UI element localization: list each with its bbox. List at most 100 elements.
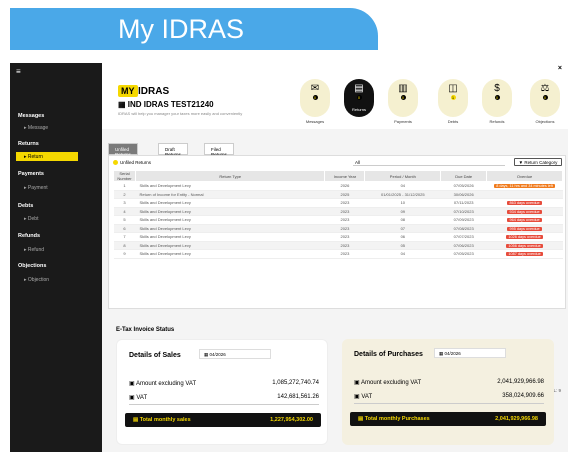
nav-count: 1: [450, 95, 456, 100]
nav-messages[interactable]: ✉ 0 Messages: [300, 79, 330, 124]
document-icon: ▤: [358, 416, 365, 422]
nav-label: Payments: [394, 119, 412, 124]
nav-label: Returns: [351, 107, 366, 112]
nav-objections[interactable]: ⚖ 0 Objections: [530, 79, 560, 124]
sales-excl-row: ▣ Amount excluding VAT 1,085,272,740.74: [129, 380, 319, 387]
col-overdue: Overdue: [486, 170, 563, 182]
tab-draft[interactable]: Draft Returns: [158, 143, 188, 157]
debt-icon: ◫: [448, 83, 458, 94]
purchases-date-input[interactable]: ▦ 04/2026: [434, 348, 506, 358]
overdue-badge: 1056 days overdue: [506, 243, 543, 248]
table-row[interactable]: 6 Skills and Development Levy 2023 07 07/08/…: [113, 224, 563, 233]
table-row[interactable]: 8 Skills and Development Levy 2023 05 07/06/…: [113, 241, 563, 250]
sidebar-section-payments[interactable]: Payments: [18, 171, 44, 177]
table-cell: 07/06/2023: [440, 241, 487, 250]
nav-returns[interactable]: ▤ 0 Returns: [344, 79, 374, 117]
sidebar-item-refund[interactable]: ▸ Refund: [24, 247, 44, 253]
nav-debts[interactable]: ◫ 1 Debts: [438, 79, 468, 124]
table-cell: 05: [364, 241, 441, 250]
sidebar-section-messages[interactable]: Messages: [18, 113, 44, 119]
sidebar-item-message[interactable]: ▸ Message: [24, 125, 48, 131]
table-cell: 2: [113, 190, 136, 199]
sidebar-section-refunds[interactable]: Refunds: [18, 233, 40, 239]
table-cell: 07/09/2023: [440, 215, 487, 225]
table-cell: Return of Income for Entity - Normal: [135, 190, 325, 199]
nav-refunds[interactable]: $0 Refunds: [482, 79, 512, 124]
header-card: × MY IDRAS ▦ IND IDRAS TEST21240 IDRAS w…: [102, 63, 568, 129]
sidebar-section-debts[interactable]: Debts: [18, 203, 33, 209]
table-cell: 8: [113, 241, 136, 250]
tab-filed[interactable]: Filed Returns: [204, 143, 234, 157]
table-cell: 2026: [324, 181, 365, 191]
cash-icon: ▣: [129, 381, 137, 387]
table-row[interactable]: 4 Skills and Development Levy 2023 09 07/10/…: [113, 207, 563, 216]
table-cell: 3: [113, 198, 136, 208]
sidebar-section-objections[interactable]: Objections: [18, 263, 46, 269]
table-cell: 2023: [324, 215, 365, 225]
sidebar-item-payment[interactable]: ▸ Payment: [24, 185, 48, 191]
table-row[interactable]: 1 Skills and Development Levy 2026 04 07/05/…: [113, 181, 563, 191]
nav-count: 0: [400, 95, 406, 100]
nav-label: Objections: [535, 119, 555, 124]
dollar-icon: $: [494, 83, 500, 94]
table-cell: 01/01/2025 - 31/12/2025: [364, 190, 441, 199]
company-desc: IDRAS will help you manager your taxes m…: [118, 111, 243, 116]
table-cell: 1056 days overdue: [486, 241, 563, 250]
returns-table: Serial Number Return Type Income Year Pe…: [113, 170, 563, 259]
filter-select[interactable]: [353, 158, 505, 166]
main-panel: × MY IDRAS ▦ IND IDRAS TEST21240 IDRAS w…: [102, 63, 568, 452]
col-period: Period / Month: [364, 170, 442, 182]
sidebar-item-debt[interactable]: ▸ Debt: [24, 216, 38, 222]
table-cell: 07/10/2023: [440, 207, 487, 216]
sidebar-section-returns[interactable]: Returns: [18, 141, 39, 147]
table-cell: 07: [364, 224, 441, 233]
overdue-badge: 1026 days overdue: [506, 235, 543, 240]
overdue-badge: 934 days overdue: [507, 209, 542, 214]
table-cell: Skills and Development Levy: [135, 241, 325, 250]
filter-select-value: All: [355, 160, 361, 165]
cash-icon: ▣: [354, 380, 362, 386]
table-cell: 934 days overdue: [486, 207, 563, 216]
sidebar-item-return[interactable]: ▸ Return: [16, 152, 78, 161]
table-cell: 9: [113, 249, 136, 259]
sales-title: Details of Sales: [129, 352, 181, 359]
sidebar-item-objection[interactable]: ▸ Objection: [24, 277, 49, 283]
close-icon[interactable]: ×: [558, 65, 562, 72]
nav-count: 0: [494, 95, 500, 100]
logo-badge: MY: [118, 85, 138, 97]
table-cell: 2023: [324, 232, 365, 242]
nav-label: Refunds: [489, 119, 505, 124]
table-cell: 07/07/2023: [440, 232, 487, 242]
table-row[interactable]: 7 Skills and Development Levy 2023 06 07/07/…: [113, 232, 563, 242]
menu-icon[interactable]: ≡: [16, 67, 21, 76]
table-cell: 06: [364, 232, 441, 242]
table-row[interactable]: 2 Return of Income for Entity - Normal 202…: [113, 190, 563, 199]
document-icon: ▤: [133, 417, 140, 423]
tab-unfiled[interactable]: Unfiled Returns: [108, 143, 138, 157]
table-row[interactable]: 5 Skills and Development Levy 2023 08 07/09/…: [113, 215, 563, 225]
nav-count: 0: [356, 95, 362, 100]
col-due: Due Date: [440, 170, 488, 182]
table-row[interactable]: 3 Skills and Development Levy 2023 10 07/11/…: [113, 198, 563, 208]
sales-total-row: ▤ Total monthly sales 1,227,954,302.00: [125, 413, 321, 427]
table-cell: 2023: [324, 224, 365, 233]
table-cell: 2023: [324, 241, 365, 250]
envelope-icon: ✉: [310, 83, 320, 94]
table-cell: 07/05/2026: [440, 181, 487, 191]
return-category-button[interactable]: ▼ Return Category: [514, 158, 562, 166]
receipt-icon: ▥: [398, 83, 408, 94]
divider: [354, 403, 544, 404]
table-cell: 5: [113, 215, 136, 225]
table-cell: 07/08/2023: [440, 224, 487, 233]
table-cell: 2023: [324, 207, 365, 216]
nav-payments[interactable]: ▥ 0 Payments: [388, 79, 418, 124]
table-cell: 995 days overdue: [486, 224, 563, 233]
banner: My IDRAS: [0, 0, 568, 58]
sales-date-input[interactable]: ▦ 04/2026: [199, 349, 271, 359]
table-cell: 2023: [324, 249, 365, 259]
table-cell: 2023: [324, 198, 365, 208]
sidebar: ≡ Messages ▸ Message Returns ▸ Return Pa…: [10, 63, 102, 452]
table-row[interactable]: 9 Skills and Development Levy 2023 04 07/05/…: [113, 249, 563, 259]
table-cell: Skills and Development Levy: [135, 215, 325, 225]
col-type: Return Type: [134, 170, 326, 182]
